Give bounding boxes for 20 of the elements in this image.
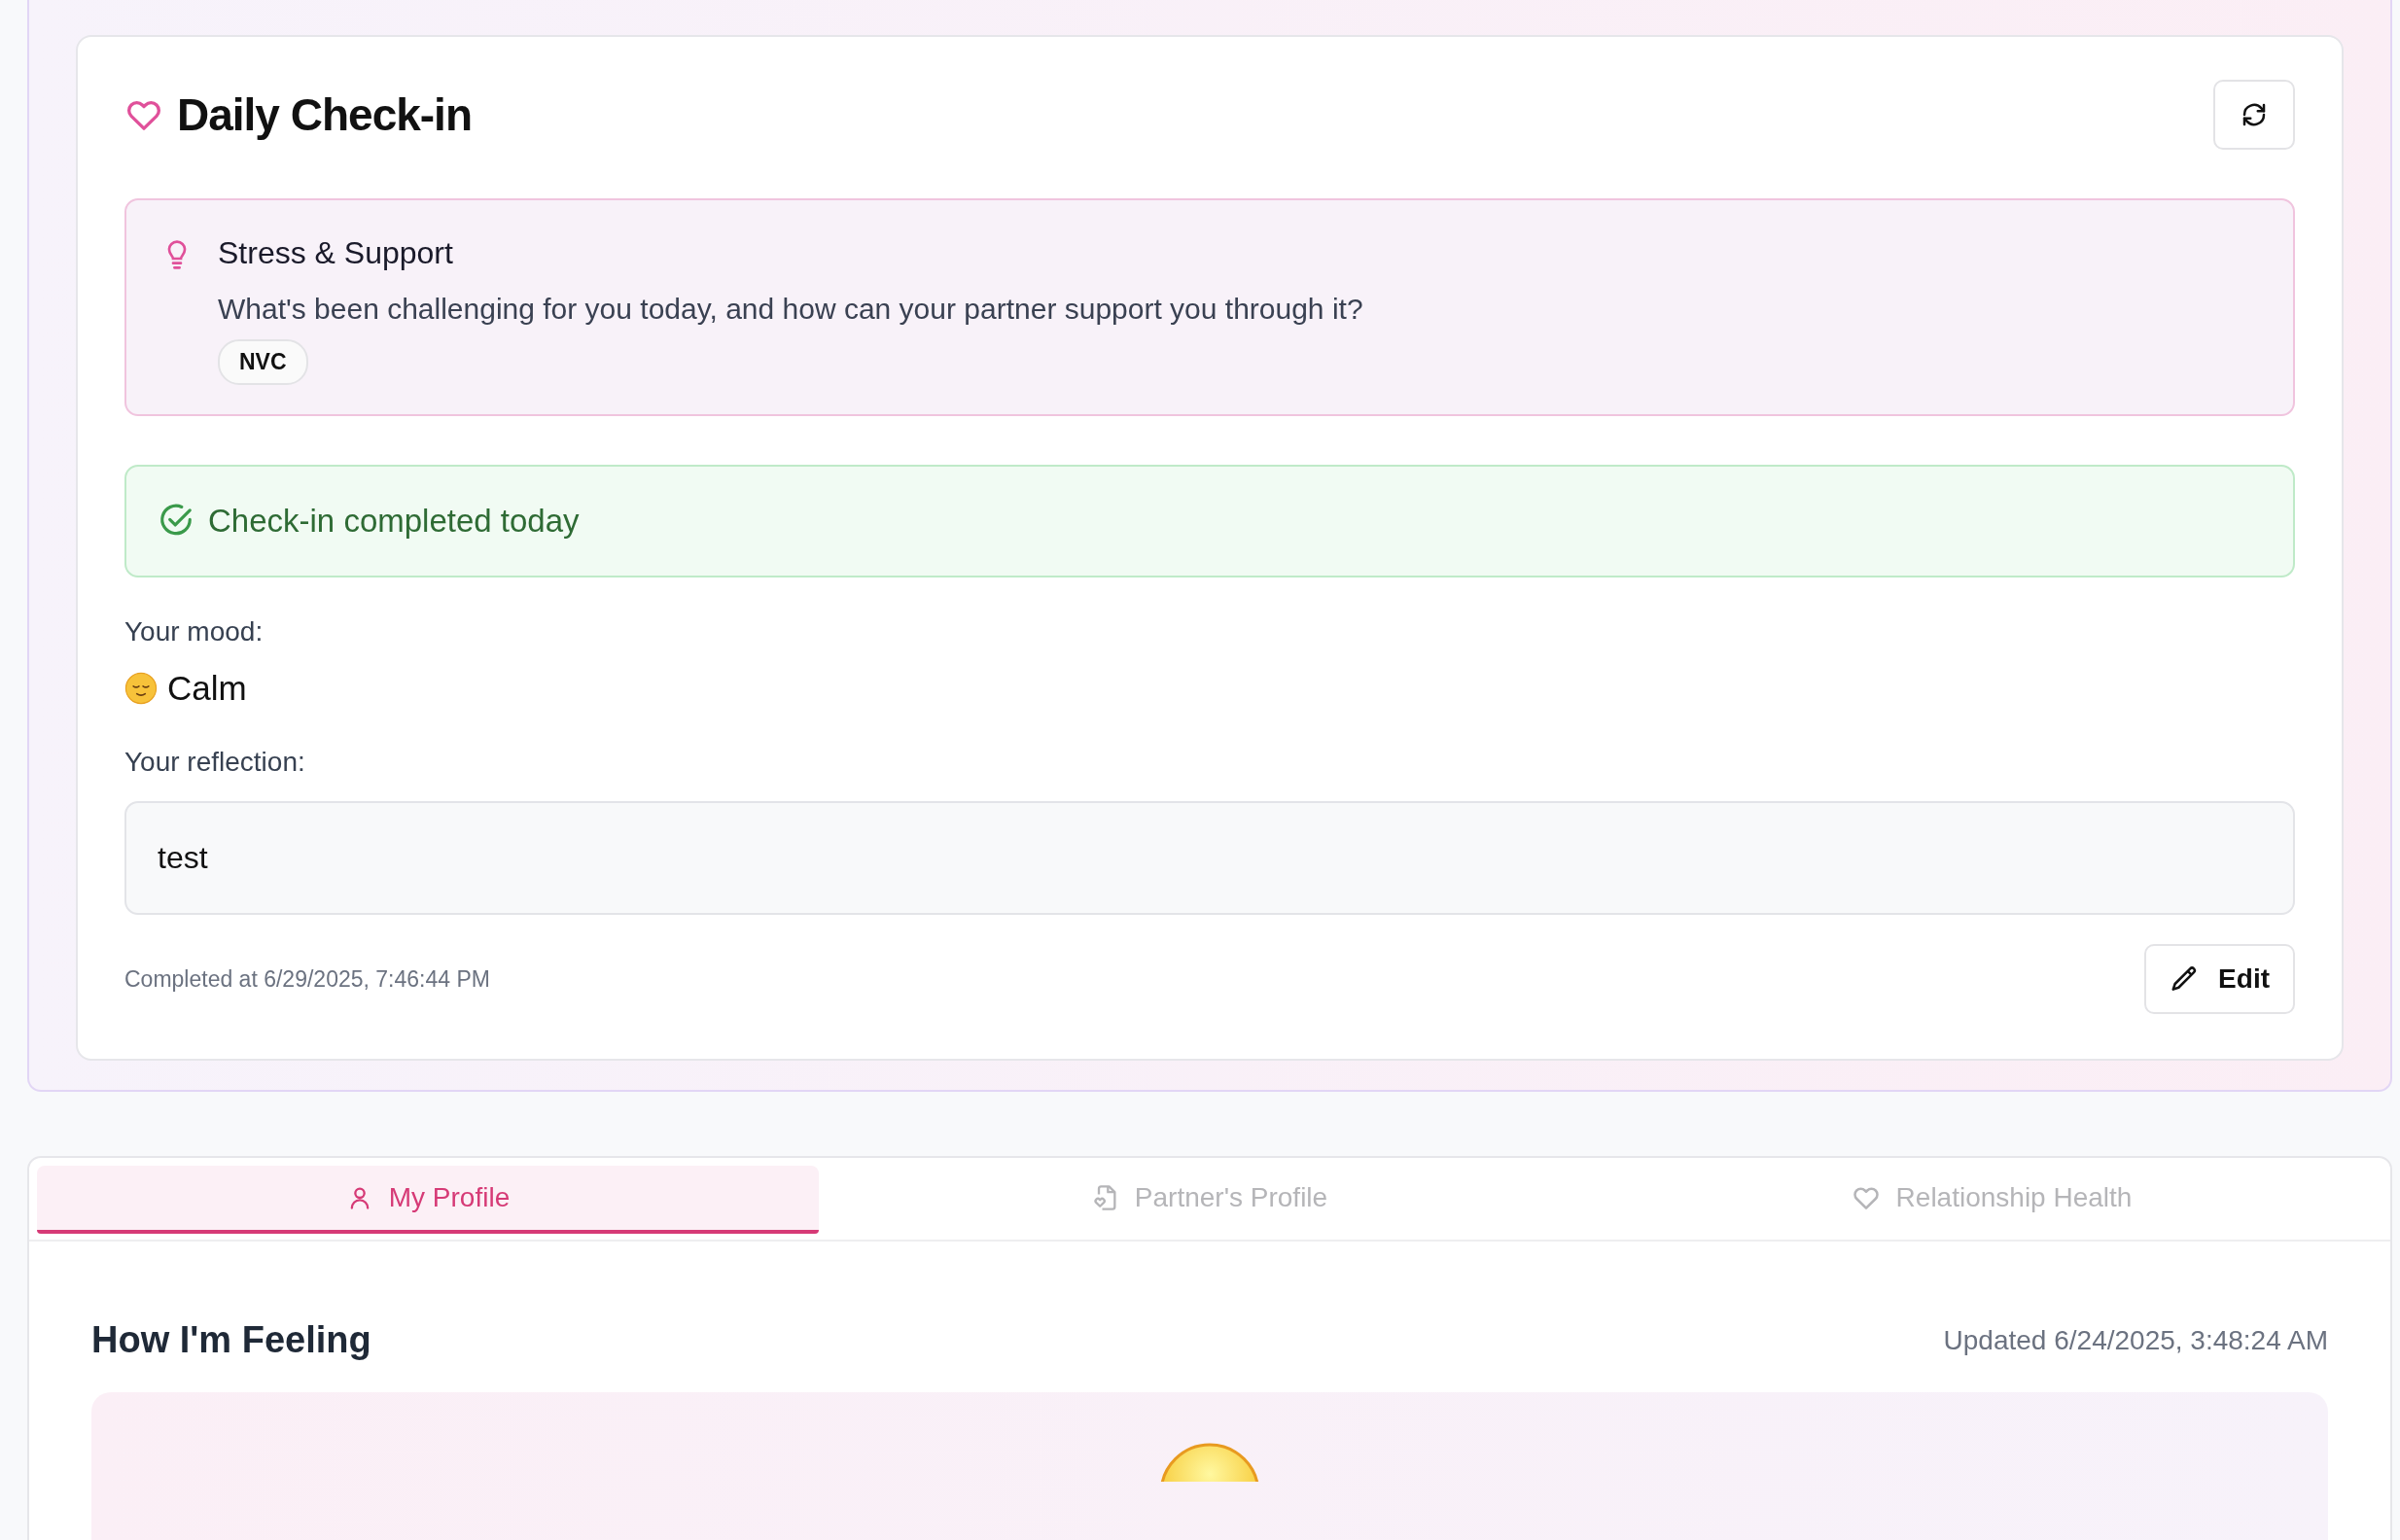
tab[interactable]: Relationship Health [1601,1166,2382,1234]
mood-value: Calm [167,669,247,708]
reflection-label: Your reflection: [124,747,306,778]
reflection-field: test [124,801,2295,915]
section-title: How I'm Feeling [91,1319,371,1361]
edit-button[interactable]: Edit [2144,944,2295,1014]
tag: NVC [218,339,308,385]
prompt-title: Stress & Support [218,235,454,271]
tab[interactable]: My Profile [37,1166,819,1234]
completed-time: Completed at 6/29/2025, 7:46:44 PM [124,965,490,993]
updated-time: Updated 6/24/2025, 3:48:24 AM [1943,1324,2328,1356]
refresh-button[interactable] [2213,80,2295,150]
emoji-icon [1159,1443,1260,1482]
prompt-question: What's been challenging for you today, and how can your partner support you through it? [218,293,1363,326]
status-text: Check-in completed today [208,503,580,540]
card-title: Daily Check-in [177,88,472,141]
relieved-face-icon [124,672,158,705]
mood-label: Your mood: [124,616,265,648]
tab[interactable]: Partner's Profile [819,1166,1601,1234]
document-heart-icon [1091,1184,1119,1211]
